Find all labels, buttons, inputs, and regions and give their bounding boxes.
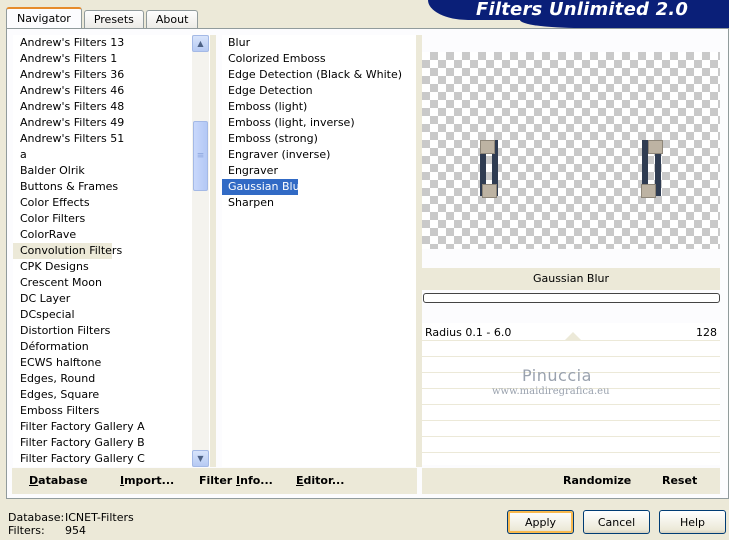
preview-square (641, 184, 656, 198)
filter-item[interactable]: Emboss (strong) (222, 131, 416, 147)
filter-item[interactable]: Engraver (222, 163, 416, 179)
pane-divider (210, 35, 216, 467)
editor-button[interactable]: Editor... (296, 474, 344, 487)
param-row-empty (422, 341, 720, 357)
category-item[interactable]: Andrew's Filters 49 (13, 115, 210, 131)
category-item[interactable]: Color Filters (13, 211, 210, 227)
category-item[interactable]: Andrew's Filters 1 (13, 51, 210, 67)
param-row-radius[interactable]: Radius 0.1 - 6.0 128 (422, 323, 720, 341)
tab-navigator[interactable]: Navigator (6, 7, 82, 28)
category-item[interactable]: Andrew's Filters 13 (13, 35, 210, 51)
filter-list[interactable]: Blur Colorized Emboss Edge Detection (Blac… (222, 35, 416, 467)
category-list[interactable]: Andrew's Filters 13 Andrew's Filters 1 And… (13, 35, 210, 467)
category-item[interactable]: Andrew's Filters 36 (13, 67, 210, 83)
category-item[interactable]: Déformation (13, 339, 210, 355)
import-label: mport... (124, 474, 175, 487)
category-item[interactable]: Edges, Square (13, 387, 210, 403)
tab-strip: Navigator Presets About (6, 7, 200, 28)
left-toolbar: Database Import... Filter Info... Editor… (12, 468, 417, 494)
cancel-button[interactable]: Cancel (583, 510, 650, 534)
database-label: atabase (38, 474, 88, 487)
database-button[interactable]: Database (29, 474, 88, 487)
tab-about[interactable]: About (145, 10, 199, 28)
preview-area (422, 52, 720, 249)
editor-label: ditor... (303, 474, 345, 487)
category-item[interactable]: a (13, 147, 210, 163)
editor-mnemonic: E (296, 474, 304, 487)
database-footer-label: Database: (8, 511, 65, 524)
filter-item[interactable]: Engraver (inverse) (222, 147, 416, 163)
category-item[interactable]: ECWS halftone (13, 355, 210, 371)
category-item[interactable]: Filter Factory Gallery B (13, 435, 210, 451)
banner-swoosh (520, 20, 729, 28)
filter-item[interactable]: Emboss (light) (222, 99, 416, 115)
filter-info-label: nfo... (240, 474, 273, 487)
filter-item[interactable]: Colorized Emboss (222, 51, 416, 67)
watermark-text: Pinuccia (522, 366, 592, 385)
apply-button[interactable]: Apply (507, 510, 574, 534)
param-row-empty (422, 405, 720, 421)
filter-item[interactable]: Blur (222, 35, 416, 51)
param-label: Radius 0.1 - 6.0 (425, 326, 512, 339)
filter-item[interactable]: Emboss (light, inverse) (222, 115, 416, 131)
category-item[interactable]: ColorRave (13, 227, 210, 243)
param-value[interactable]: 128 (696, 324, 717, 341)
scroll-thumb[interactable]: ≡ (193, 121, 208, 191)
category-item[interactable]: Color Effects (13, 195, 210, 211)
database-footer-value: ICNET-Filters (65, 511, 134, 524)
category-item[interactable]: Emboss Filters (13, 403, 210, 419)
param-row-empty (422, 437, 720, 453)
preview-square (648, 140, 663, 154)
watermark-url: www.maidiregrafica.eu (492, 386, 610, 397)
category-scrollbar[interactable]: ▲ ≡ ▼ (192, 35, 209, 467)
filter-info-label-pre: Filter (199, 474, 237, 487)
category-item[interactable]: DC Layer (13, 291, 210, 307)
filter-info-button[interactable]: Filter Info... (199, 474, 273, 487)
category-item[interactable]: Crescent Moon (13, 275, 210, 291)
filter-item[interactable]: Gaussian Blur (222, 179, 304, 195)
database-mnemonic: D (29, 474, 39, 487)
slider-marker-icon[interactable] (565, 332, 581, 340)
preview-top-margin (422, 35, 720, 52)
category-item[interactable]: Filter Factory Gallery A (13, 419, 210, 435)
preview-square (482, 184, 497, 198)
category-item[interactable]: Andrew's Filters 46 (13, 83, 210, 99)
preview-square (480, 140, 495, 154)
category-item[interactable]: Distortion Filters (13, 323, 210, 339)
selected-filter-title: Gaussian Blur (422, 268, 720, 290)
reset-button[interactable]: Reset (662, 474, 697, 487)
category-item[interactable]: Filter Factory Gallery C (13, 451, 210, 467)
category-item[interactable]: Andrew's Filters 48 (13, 99, 210, 115)
parameter-list[interactable]: Radius 0.1 - 6.0 128 Pinuccia www.maidir… (422, 323, 720, 465)
import-button[interactable]: Import... (120, 474, 174, 487)
filters-count-value: 954 (65, 524, 86, 537)
filters-count-label: Filters: (8, 524, 45, 537)
progress-bar (423, 293, 720, 303)
help-button[interactable]: Help (659, 510, 726, 534)
tab-presets[interactable]: Presets (83, 10, 144, 28)
filter-item[interactable]: Sharpen (222, 195, 416, 211)
category-item[interactable]: Edges, Round (13, 371, 210, 387)
scroll-down-button[interactable]: ▼ (192, 450, 209, 467)
category-item[interactable]: Buttons & Frames (13, 179, 210, 195)
category-item[interactable]: DCspecial (13, 307, 210, 323)
category-item[interactable]: CPK Designs (13, 259, 210, 275)
category-item[interactable]: Convolution Filters (13, 243, 122, 259)
category-item[interactable]: Balder Olrik (13, 163, 210, 179)
filter-item[interactable]: Edge Detection (222, 83, 416, 99)
param-row-empty (422, 421, 720, 437)
scroll-up-button[interactable]: ▲ (192, 35, 209, 52)
right-toolbar: Randomize Reset (422, 468, 720, 494)
category-item[interactable]: Andrew's Filters 51 (13, 131, 210, 147)
randomize-button[interactable]: Randomize (563, 474, 631, 487)
app-banner: Filters Unlimited 2.0 (428, 0, 729, 20)
filter-item[interactable]: Edge Detection (Black & White) (222, 67, 416, 83)
